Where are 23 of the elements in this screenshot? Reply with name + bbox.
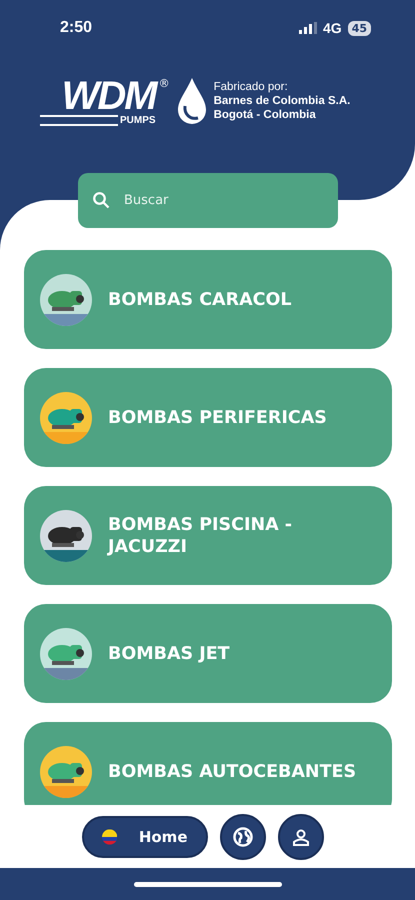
network-label: 4G — [323, 20, 342, 36]
search-icon — [92, 191, 110, 209]
home-button[interactable]: Home — [82, 816, 208, 858]
maker-company: Barnes de Colombia S.A. — [214, 94, 350, 108]
search-field[interactable]: Buscar — [78, 173, 338, 228]
signal-icon — [299, 22, 317, 34]
maker-city: Bogotá - Colombia — [214, 108, 317, 122]
category-card[interactable]: BOMBAS JET — [24, 604, 392, 703]
category-card[interactable]: BOMBAS AUTOCEBANTES — [24, 722, 392, 805]
globe-icon — [232, 826, 252, 846]
category-card[interactable]: BOMBAS CARACOL — [24, 250, 392, 349]
battery-level: 45 — [348, 20, 371, 36]
status-time: 2:50 — [60, 19, 92, 37]
registered-mark: ® — [158, 76, 170, 90]
profile-button[interactable] — [278, 814, 324, 860]
globe-button[interactable] — [220, 814, 266, 860]
category-card[interactable]: BOMBAS PERIFERICAS — [24, 368, 392, 467]
person-icon — [292, 828, 310, 846]
water-drop-icon — [176, 76, 208, 126]
logo-wordmark: WDM — [62, 76, 156, 114]
logo-subtitle: PUMPS — [120, 114, 156, 126]
category-card[interactable]: BOMBAS PISCINA - JACUZZI — [24, 486, 392, 585]
maker-label: Fabricado por: — [214, 80, 289, 94]
